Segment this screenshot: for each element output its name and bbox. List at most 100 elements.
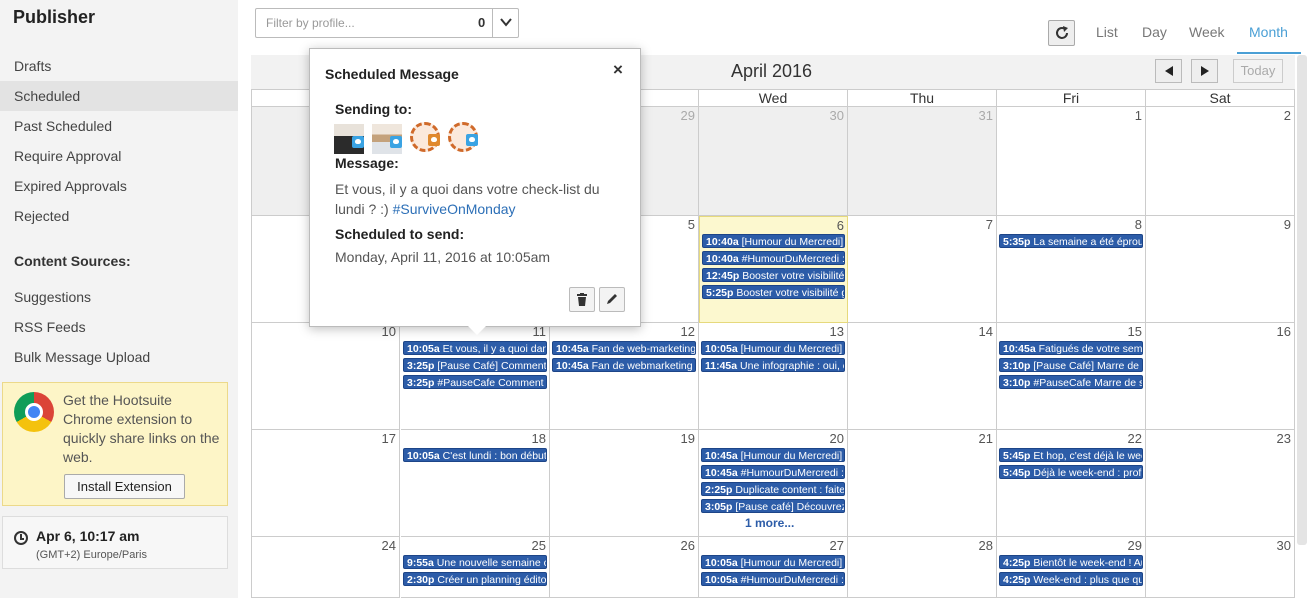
calendar-day-cell[interactable]: 26 [550,537,699,598]
scheduled-message-event[interactable]: 3:05p [Pause café] Découvrez [701,499,845,513]
scheduled-message-event[interactable]: 10:05a #HumourDuMercredi : [701,572,845,586]
scheduled-message-event[interactable]: 5:25p Booster votre visibilité gr [702,285,845,299]
today-button[interactable]: Today [1233,59,1283,83]
calendar-day-cell[interactable]: 2 [1146,107,1295,216]
event-text: #PauseCafe Marre de su [1033,377,1143,389]
calendar-day-cell[interactable]: 29 4:25p Bientôt le week-end ! Au 4:25p We… [997,537,1146,598]
message-hashtag[interactable]: #SurviveOnMonday [393,201,516,217]
scheduled-message-event[interactable]: 10:05a [Humour du Mercredi] [701,555,845,569]
scheduled-message-event[interactable]: 4:25p Bientôt le week-end ! Au [999,555,1143,569]
sidebar-item-rss-feeds[interactable]: RSS Feeds [0,312,238,342]
scheduled-message-event[interactable]: 10:45a Fan de webmarketing [552,358,696,372]
calendar-day-cell[interactable]: 11 10:05a Et vous, il y a quoi dans 3:25p … [401,323,550,430]
scheduled-message-event[interactable]: 10:05a Et vous, il y a quoi dans [403,341,547,355]
scheduled-message-event[interactable]: 2:25p Duplicate content : faite [701,482,845,496]
event-text: #HumourDuMercredi : [741,253,845,265]
scheduled-message-event[interactable]: 2:30p Créer un planning édito [403,572,547,586]
calendar-day-cell[interactable]: 27 10:05a [Humour du Mercredi] 10:05a #Hum… [699,537,848,598]
calendar-day-cell[interactable]: 25 9:55a Une nouvelle semaine c 2:30p Crée… [401,537,550,598]
sidebar-item-rejected[interactable]: Rejected [0,201,238,231]
scheduled-message-event[interactable]: 5:35p La semaine a été éprouv [999,234,1143,248]
sidebar-item-past-scheduled[interactable]: Past Scheduled [0,111,238,141]
calendar-day-cell[interactable]: 17 [251,430,400,537]
scheduled-message-event[interactable]: 10:45a [Humour du Mercredi] [701,448,845,462]
view-tab-list[interactable]: List [1096,24,1118,40]
sidebar-item-scheduled[interactable]: Scheduled [0,81,238,111]
weekday-header-fri: Fri [997,89,1146,107]
scheduled-message-event[interactable]: 10:45a #HumourDuMercredi : [701,465,845,479]
calendar-day-cell[interactable]: 13 10:05a [Humour du Mercredi] 11:45a Une … [699,323,848,430]
event-time: 10:05a [705,343,738,355]
active-tab-indicator [1237,52,1301,54]
chrome-logo-icon [14,392,54,432]
scheduled-message-event[interactable]: 11:45a Une infographie : oui, c [701,358,845,372]
scheduled-message-event[interactable]: 5:45p Et hop, c'est déjà le wee [999,448,1143,462]
view-tab-month[interactable]: Month [1249,24,1288,40]
edit-button[interactable] [599,287,625,312]
calendar-day-cell[interactable]: 30 [699,107,848,216]
filter-dropdown-button[interactable] [492,9,519,37]
scheduled-message-event[interactable]: 10:45a Fatigués de votre sema [999,341,1143,355]
scheduled-message-event[interactable]: 3:10p #PauseCafe Marre de su [999,375,1143,389]
calendar-day-cell[interactable]: 18 10:05a C'est lundi : bon début [401,430,550,537]
day-number: 31 [978,108,993,123]
calendar-day-cell[interactable]: 9 [1146,216,1295,323]
scheduled-message-event[interactable]: 12:45p Booster votre visibilité [702,268,845,282]
event-time: 10:45a [1003,343,1036,355]
scheduled-message-event[interactable]: 10:05a C'est lundi : bon début [403,448,547,462]
calendar-day-cell[interactable]: 20 10:45a [Humour du Mercredi] 10:45a #Hum… [699,430,848,537]
pencil-icon [607,294,617,304]
calendar-day-cell[interactable]: 19 [550,430,699,537]
scheduled-message-event[interactable]: 3:25p #PauseCafe Comment m [403,375,547,389]
calendar-day-cell[interactable]: 7 [848,216,997,323]
calendar-title: April 2016 [731,61,813,81]
install-extension-button[interactable]: Install Extension [64,474,185,499]
calendar-day-cell[interactable]: 16 [1146,323,1295,430]
prev-month-button[interactable] [1155,59,1182,83]
view-tab-day[interactable]: Day [1142,24,1167,40]
refresh-button[interactable] [1048,20,1075,46]
day-number: 7 [985,217,993,232]
scheduled-message-event[interactable]: 9:55a Une nouvelle semaine c [403,555,547,569]
calendar-day-cell[interactable]: 1 [997,107,1146,216]
event-time: 2:30p [407,574,435,586]
scheduled-message-event[interactable]: 3:10p [Pause Café] Marre de s [999,358,1143,372]
calendar-day-cell[interactable]: 28 [848,537,997,598]
sidebar-item-suggestions[interactable]: Suggestions [0,282,238,312]
calendar-day-cell[interactable]: 15 10:45a Fatigués de votre sema 3:10p [Pa… [997,323,1146,430]
calendar-day-cell[interactable]: 12 10:45a Fan de web-marketing 10:45a Fan … [550,323,699,430]
calendar-day-cell[interactable]: 14 [848,323,997,430]
next-month-button[interactable] [1191,59,1218,83]
calendar-day-cell[interactable]: 23 [1146,430,1295,537]
calendar-day-cell[interactable]: 31 [848,107,997,216]
more-events-link[interactable]: 1 more... [745,516,794,530]
scheduled-message-event[interactable]: 4:25p Week-end : plus que qu [999,572,1143,586]
sidebar-item-require-approval[interactable]: Require Approval [0,141,238,171]
profile-filter[interactable]: Filter by profile... 0 [255,8,519,38]
calendar-day-cell[interactable]: 21 [848,430,997,537]
filter-input[interactable]: Filter by profile... [266,16,355,30]
calendar-day-cell[interactable]: 30 [1146,537,1295,598]
calendar-day-cell[interactable]: 10 [251,323,400,430]
calendar-day-cell[interactable]: 6 10:40a [Humour du Mercredi] 10:40a #Humo… [699,216,848,323]
calendar-day-cell[interactable]: 24 [251,537,400,598]
delete-button[interactable] [569,287,595,312]
close-icon[interactable]: × [613,60,623,80]
day-number: 19 [680,431,695,446]
scheduled-message-event[interactable]: 10:05a [Humour du Mercredi] [701,341,845,355]
event-time: 10:05a [705,557,738,569]
scheduled-message-event[interactable]: 3:25p [Pause Café] Comment [403,358,547,372]
sidebar-item-drafts[interactable]: Drafts [0,51,238,81]
calendar-day-cell[interactable]: 8 5:35p La semaine a été éprouv [997,216,1146,323]
scrollbar[interactable] [1297,55,1307,545]
sidebar-item-expired-approvals[interactable]: Expired Approvals [0,171,238,201]
scheduled-message-event[interactable]: 10:40a [Humour du Mercredi] [702,234,845,248]
scheduled-value: Monday, April 11, 2016 at 10:05am [335,249,551,265]
calendar-day-cell[interactable]: 22 5:45p Et hop, c'est déjà le wee 5:45p D… [997,430,1146,537]
scheduled-message-event[interactable]: 10:45a Fan de web-marketing [552,341,696,355]
scheduled-message-event[interactable]: 10:40a #HumourDuMercredi : [702,251,845,265]
view-tab-week[interactable]: Week [1189,24,1225,40]
scheduled-message-event[interactable]: 5:45p Déjà le week-end : profi [999,465,1143,479]
sidebar-item-bulk-message-upload[interactable]: Bulk Message Upload [0,342,238,372]
event-text: La semaine a été éprouv [1033,236,1143,248]
